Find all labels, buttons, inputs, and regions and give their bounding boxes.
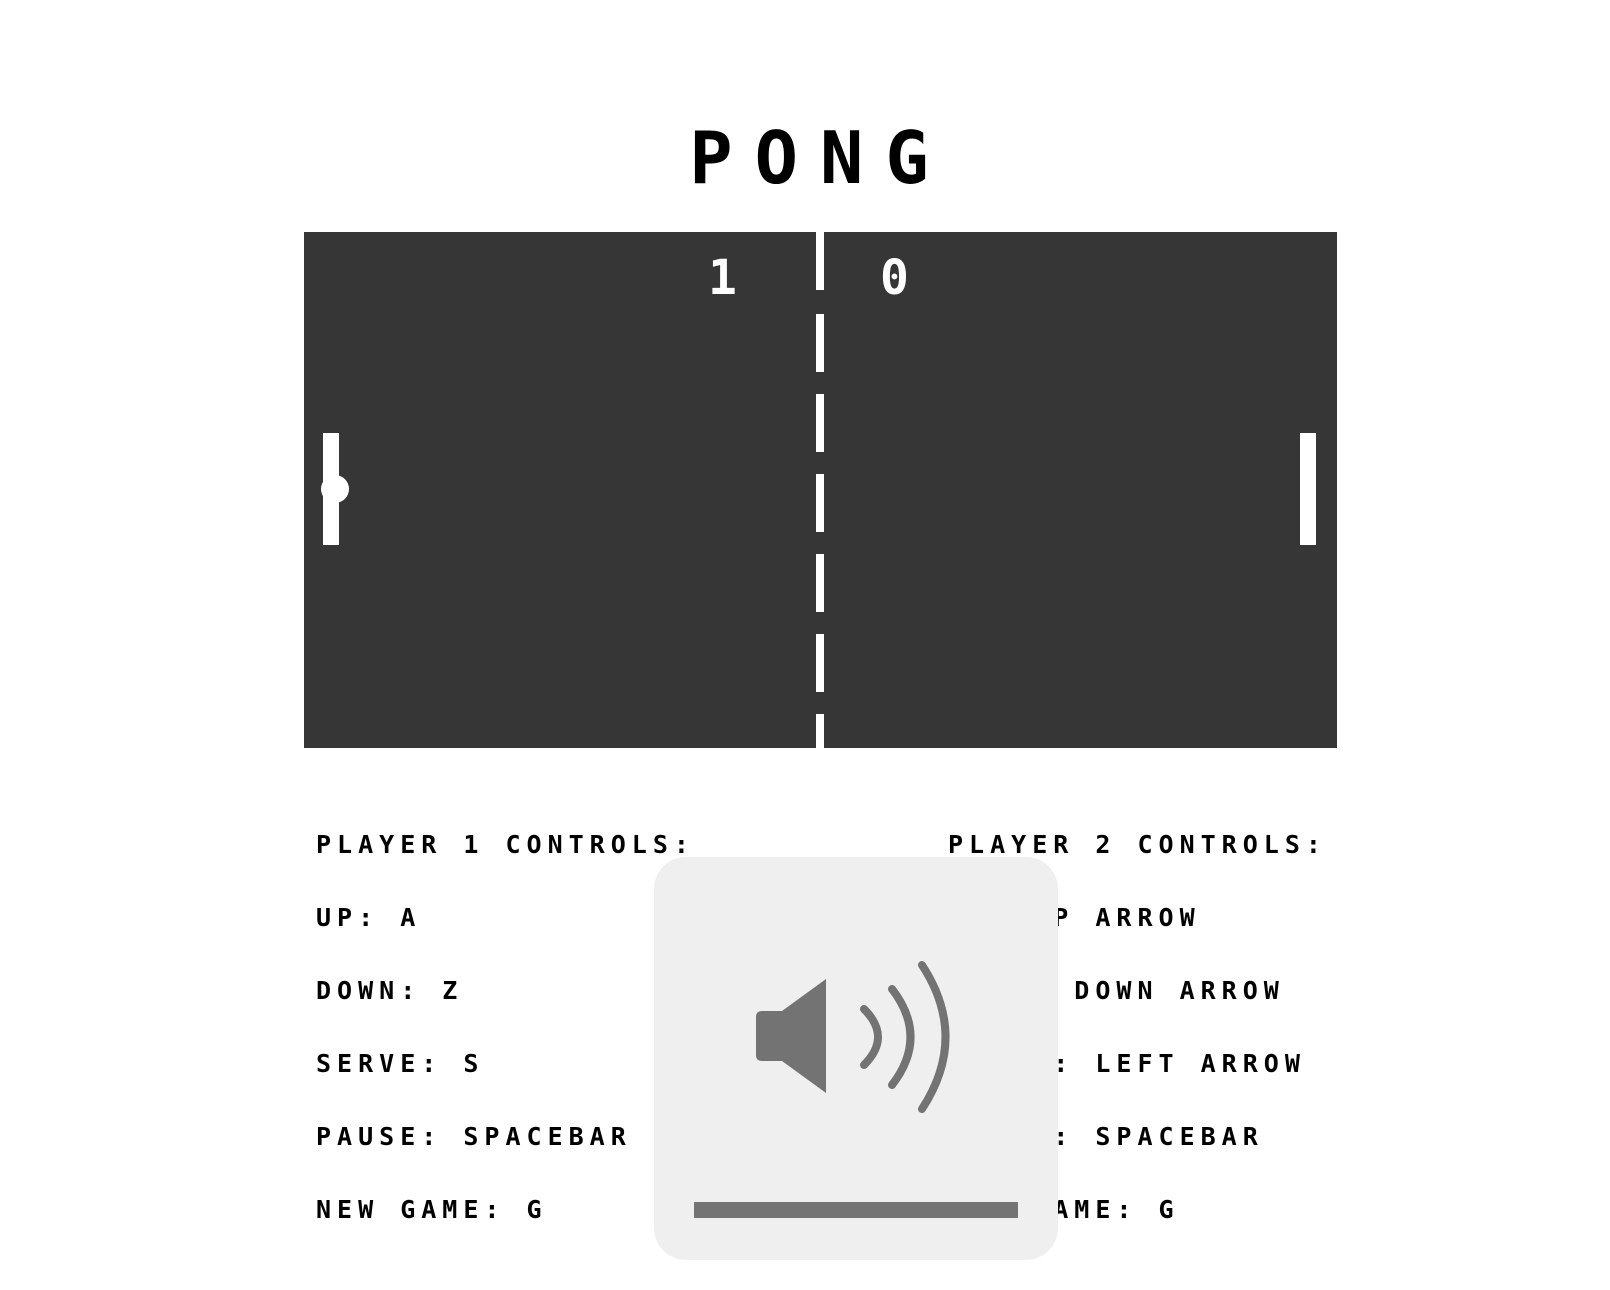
player1-control-new-game: NEW GAME: G [316, 1195, 548, 1224]
volume-level-fill [694, 1202, 1018, 1218]
speaker-volume-icon [756, 961, 950, 1113]
player1-control-pause: PAUSE: SPACEBAR [316, 1122, 632, 1151]
player1-control-serve: SERVE: S [316, 1049, 485, 1078]
volume-level-bar [694, 1202, 1018, 1218]
volume-overlay [654, 857, 1058, 1260]
player1-controls: PLAYER 1 CONTROLS: UP: A DOWN: Z SERVE: … [316, 808, 695, 1246]
player1-score: 1 [708, 250, 737, 306]
player2-score: 0 [880, 250, 909, 306]
player1-control-down: DOWN: Z [316, 976, 464, 1005]
game-title: PONG [689, 116, 951, 200]
player1-control-up: UP: A [316, 903, 422, 932]
ball [321, 475, 349, 503]
game-court[interactable]: 1 0 [304, 232, 1337, 748]
center-net [816, 232, 824, 748]
player1-controls-heading: PLAYER 1 CONTROLS: [316, 830, 695, 859]
player2-paddle [1300, 433, 1316, 545]
